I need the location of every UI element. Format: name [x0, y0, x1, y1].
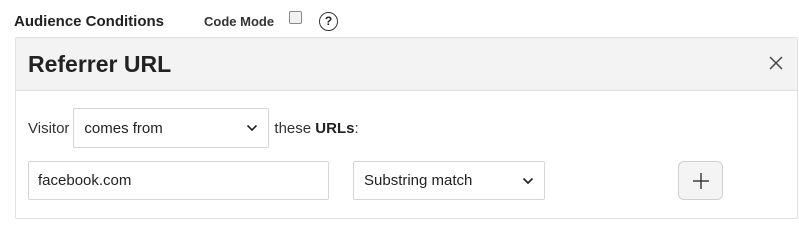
panel-header: Referrer URL	[16, 38, 797, 91]
close-icon[interactable]	[767, 54, 785, 72]
chevron-down-icon	[247, 124, 258, 132]
match-type-select[interactable]: Substring match	[353, 161, 545, 200]
url-input[interactable]	[28, 161, 329, 200]
relation-select[interactable]: comes from	[73, 108, 270, 148]
chevron-down-icon	[522, 177, 534, 184]
code-mode-label: Code Mode	[204, 13, 275, 29]
code-mode-checkbox[interactable]	[289, 10, 303, 24]
help-icon[interactable]: ?	[319, 11, 339, 31]
relation-select-value: comes from	[84, 119, 163, 137]
visitor-condition-row: Visitor comes from these URLs:	[28, 108, 359, 148]
visitor-label: Visitor	[28, 119, 70, 137]
match-type-select-value: Substring match	[364, 172, 473, 189]
add-url-button[interactable]	[678, 161, 723, 200]
plus-icon	[692, 172, 709, 189]
section-title: Audience Conditions	[14, 12, 164, 30]
urls-label: these URLs:	[274, 119, 359, 137]
audience-conditions-bar: Audience Conditions Code Mode ?	[14, 9, 339, 33]
panel-title: Referrer URL	[28, 50, 172, 77]
referrer-url-condition-panel: Referrer URL Visitor comes from these UR…	[15, 37, 798, 219]
